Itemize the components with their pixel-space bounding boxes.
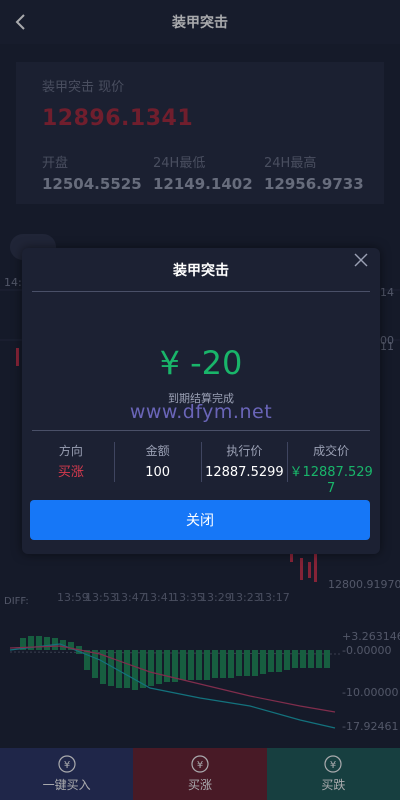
close-button[interactable]: 关闭 [30, 500, 370, 540]
modal-divider [32, 430, 370, 431]
detail-head: 金额 [145, 444, 170, 458]
detail-amount: 金额 100 [115, 442, 202, 482]
modal-title: 装甲突击 [173, 263, 229, 279]
detail-deal-price: 成交价 ￥12887.5297 [288, 442, 374, 496]
detail-head: 方向 [58, 444, 83, 458]
close-icon[interactable] [354, 253, 368, 267]
settlement-modal: 装甲突击 ¥ -20 到期结算完成 www.dfym.net 方向 买涨 金额 … [22, 248, 380, 554]
order-details: 方向 买涨 金额 100 执行价 12887.5299 成交价 ￥12887.5… [28, 442, 374, 496]
detail-head: 成交价 [313, 444, 350, 458]
detail-value: 100 [145, 465, 171, 480]
modal-divider [32, 291, 370, 292]
detail-exec-price: 执行价 12887.5299 [202, 442, 289, 482]
detail-value: 买涨 [57, 465, 84, 480]
detail-value: ￥12887.5297 [289, 465, 373, 496]
watermark: www.dfym.net [129, 401, 273, 423]
detail-direction: 方向 买涨 [28, 442, 115, 482]
detail-value: 12887.5299 [205, 465, 284, 480]
result-amount: ¥ -20 [159, 344, 243, 382]
detail-head: 执行价 [226, 444, 263, 458]
